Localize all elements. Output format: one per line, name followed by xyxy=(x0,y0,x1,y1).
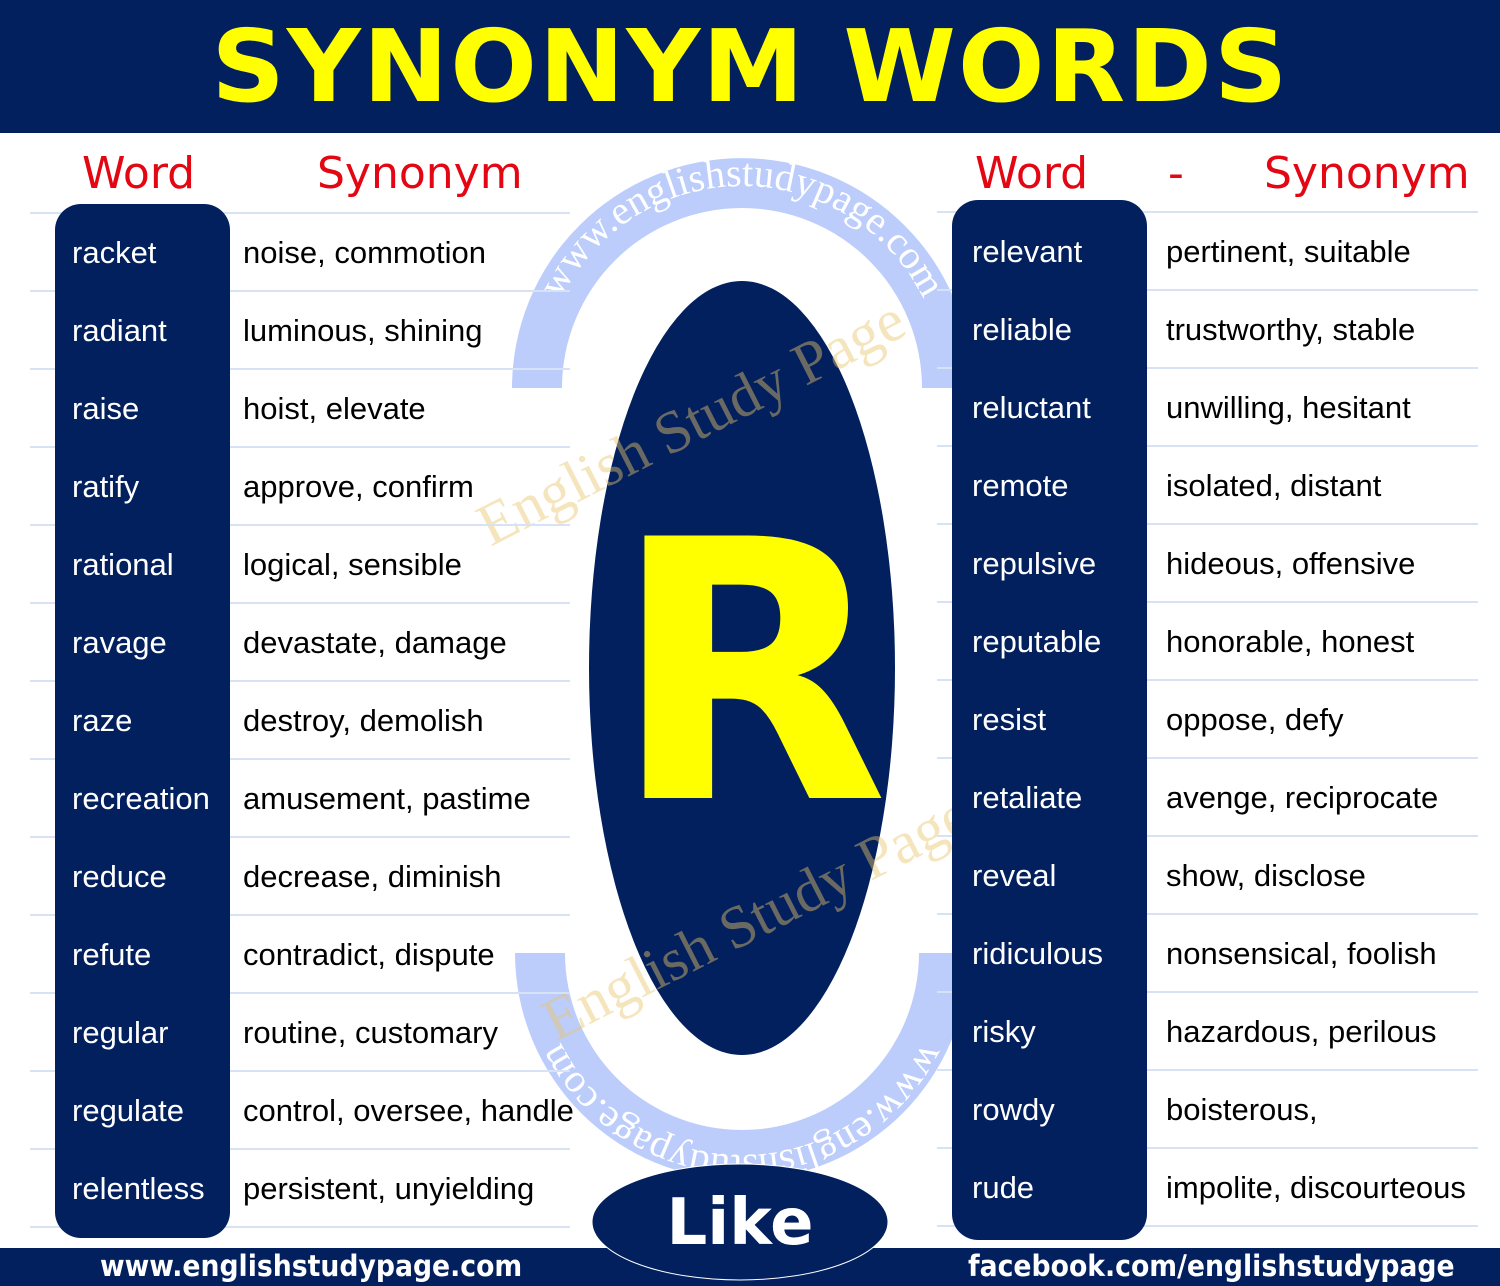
word: reveal xyxy=(972,858,1057,893)
synonym: trustworthy, stable xyxy=(1166,312,1416,347)
word: ridiculous xyxy=(972,936,1103,971)
table-row: remote isolated, distant xyxy=(0,447,1500,525)
synonym: honorable, honest xyxy=(1166,624,1415,659)
word: remote xyxy=(972,468,1069,503)
synonym: hazardous, perilous xyxy=(1166,1014,1437,1049)
table-row: retaliate avenge, reciprocate xyxy=(0,759,1500,837)
word: reliable xyxy=(972,312,1072,347)
synonym: hideous, offensive xyxy=(1166,546,1416,581)
word: reluctant xyxy=(972,390,1091,425)
table-row: reveal show, disclose xyxy=(0,837,1500,915)
table-row: ridiculous nonsensical, foolish xyxy=(0,915,1500,993)
synonym: boisterous, xyxy=(1166,1092,1318,1127)
word: rude xyxy=(972,1170,1035,1205)
synonym: oppose, defy xyxy=(1166,702,1344,737)
footer-facebook-link[interactable]: facebook.com/englishstudypage xyxy=(968,1249,1455,1283)
synonym: pertinent, suitable xyxy=(1166,234,1411,269)
footer-website-link[interactable]: www.englishstudypage.com xyxy=(100,1249,522,1283)
word: repulsive xyxy=(972,546,1097,581)
table-row: reliable trustworthy, stable xyxy=(0,291,1500,369)
synonym: isolated, distant xyxy=(1166,468,1382,503)
table-row: repulsive hideous, offensive xyxy=(0,525,1500,603)
word: rowdy xyxy=(972,1092,1055,1127)
word: reputable xyxy=(972,624,1102,659)
word: resist xyxy=(972,702,1047,737)
synonym: nonsensical, foolish xyxy=(1166,936,1437,971)
synonym: unwilling, hesitant xyxy=(1166,390,1411,425)
table-row: relevant pertinent, suitable xyxy=(0,213,1500,291)
table-row: reputable honorable, honest xyxy=(0,603,1500,681)
word: risky xyxy=(972,1014,1036,1049)
table-row: rowdy boisterous, xyxy=(0,1071,1500,1149)
synonym: impolite, discourteous xyxy=(1166,1170,1466,1205)
synonym: avenge, reciprocate xyxy=(1166,780,1439,815)
word: relevant xyxy=(972,234,1083,269)
table-row: resist oppose, defy xyxy=(0,681,1500,759)
word: retaliate xyxy=(972,780,1083,815)
like-button[interactable]: Like xyxy=(592,1186,888,1260)
table-row: reluctant unwilling, hesitant xyxy=(0,369,1500,447)
table-row: risky hazardous, perilous xyxy=(0,993,1500,1071)
synonym: show, disclose xyxy=(1166,858,1366,893)
